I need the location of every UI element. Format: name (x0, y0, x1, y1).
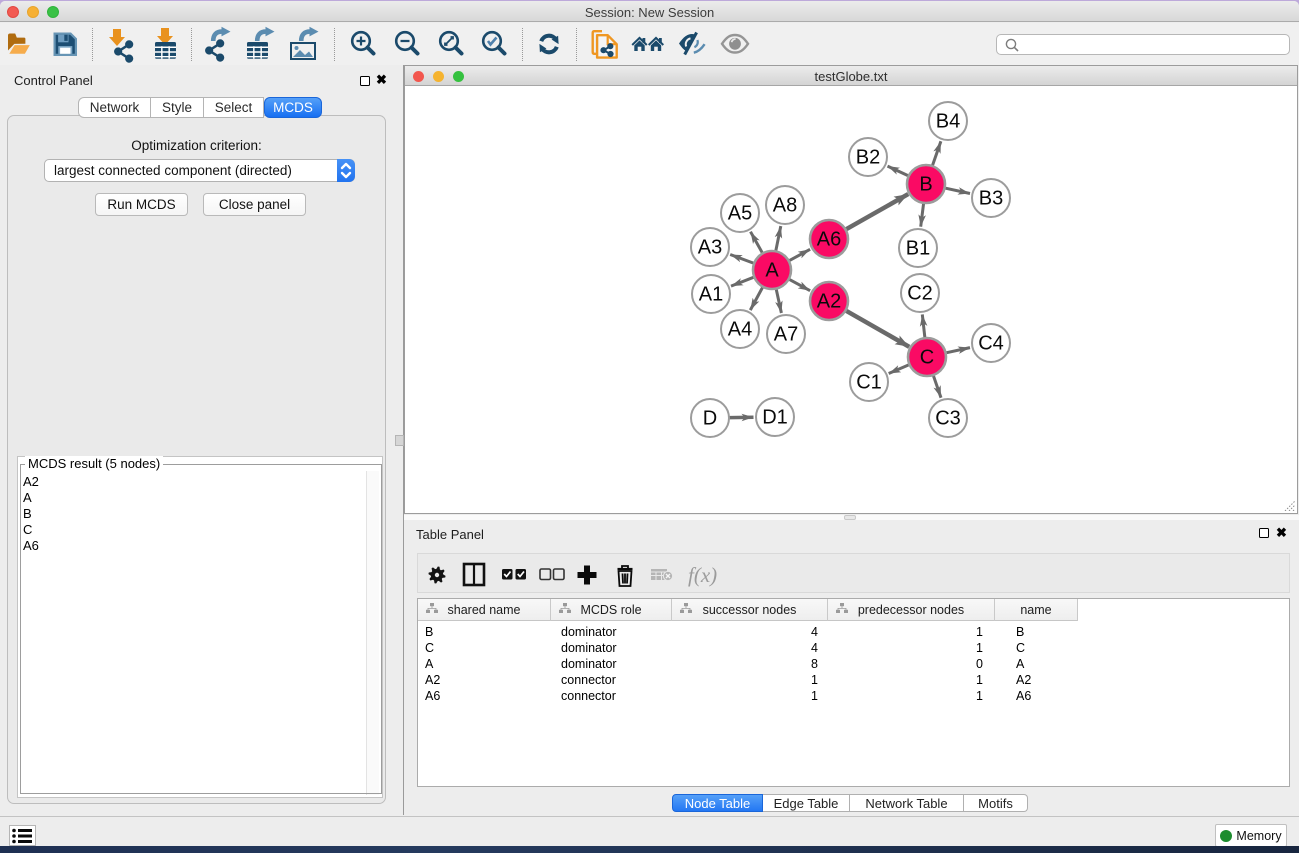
svg-text:A4: A4 (728, 319, 752, 341)
svg-text:A8: A8 (773, 195, 797, 217)
svg-text:C1: C1 (856, 372, 882, 394)
svg-text:C: C (920, 347, 934, 369)
svg-text:D: D (703, 408, 717, 430)
svg-text:B4: B4 (936, 111, 960, 133)
svg-text:B: B (919, 174, 932, 196)
svg-text:C3: C3 (935, 408, 961, 430)
svg-text:A3: A3 (698, 237, 722, 259)
svg-text:A2: A2 (817, 291, 841, 313)
svg-text:A6: A6 (817, 229, 841, 251)
svg-text:C4: C4 (978, 333, 1004, 355)
svg-text:B2: B2 (856, 147, 880, 169)
svg-text:B3: B3 (979, 188, 1003, 210)
svg-text:A1: A1 (699, 284, 723, 306)
svg-text:B1: B1 (906, 238, 930, 260)
svg-text:A: A (765, 260, 779, 282)
svg-text:A7: A7 (774, 324, 798, 346)
svg-text:C2: C2 (907, 283, 933, 305)
svg-text:A5: A5 (728, 203, 752, 225)
svg-text:D1: D1 (762, 407, 788, 429)
svg-text:f(x): f(x) (688, 563, 717, 587)
